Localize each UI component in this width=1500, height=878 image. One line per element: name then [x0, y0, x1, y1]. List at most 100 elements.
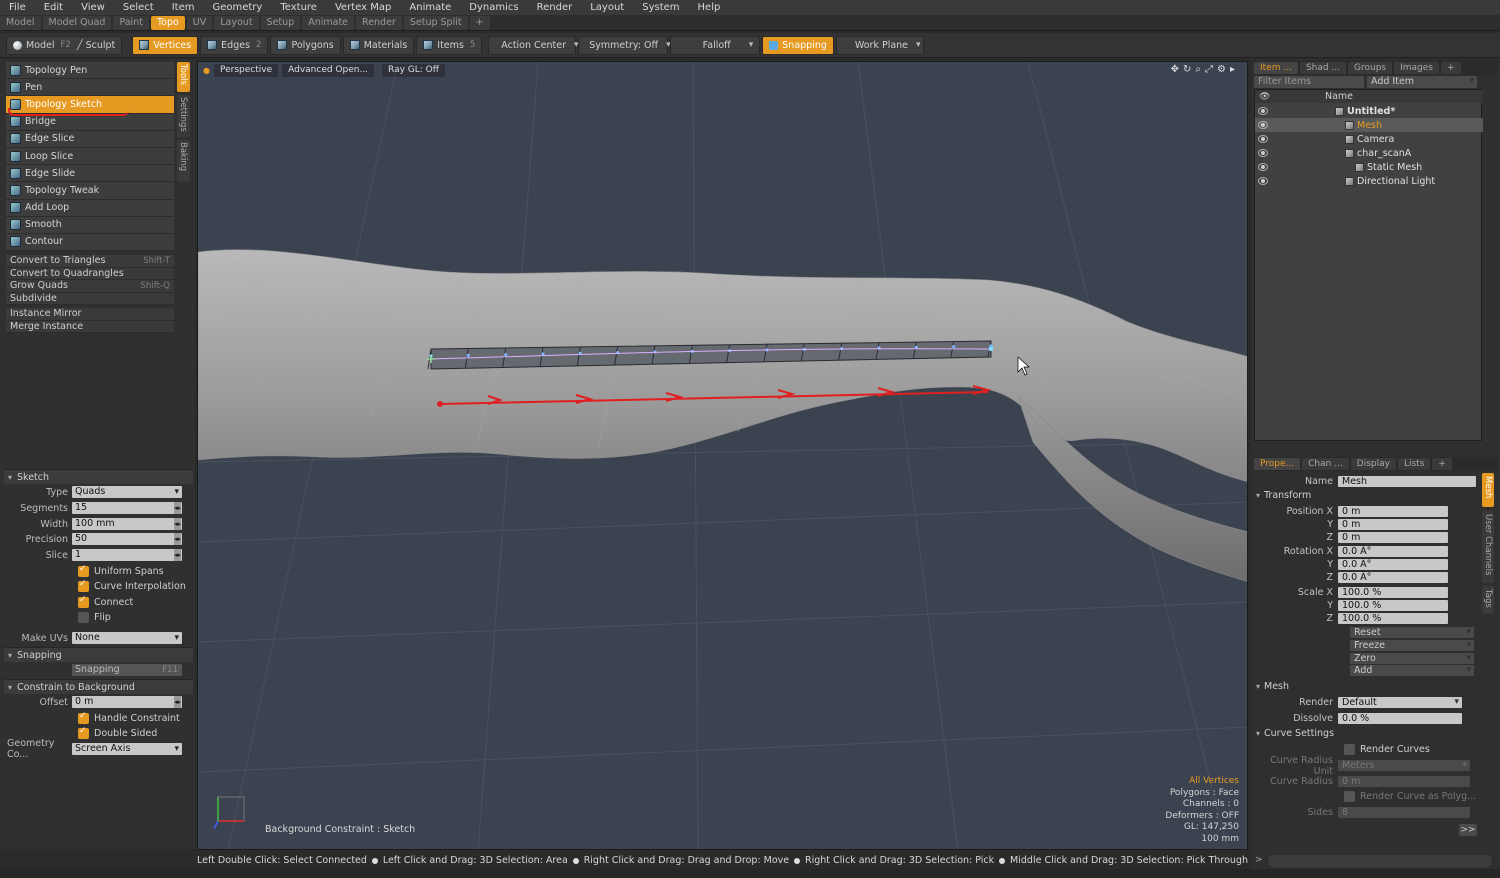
width-field[interactable]: 100 mm	[72, 518, 182, 530]
item-row-char-scana[interactable]: char_scanA	[1255, 146, 1483, 160]
layout-tab-setup[interactable]: Setup	[260, 15, 301, 30]
menu-item-edit[interactable]: Edit	[35, 2, 72, 13]
sketch-vertex[interactable]	[466, 353, 470, 357]
scale-z-field[interactable]: 100.0 %	[1338, 612, 1448, 625]
property-tab-2[interactable]: Display	[1350, 458, 1396, 470]
menu-item-animate[interactable]: Animate	[400, 2, 460, 13]
item-tab-2[interactable]: Groups	[1348, 62, 1393, 74]
snapping-settings-button[interactable]: Snapping F11	[72, 664, 182, 676]
command-instance-mirror[interactable]: Instance Mirror	[6, 308, 174, 321]
fit-view-icon[interactable]: ⤢	[1205, 64, 1213, 75]
geometry-constraint-select[interactable]: Screen Axis	[72, 743, 182, 755]
symmetry-dropdown[interactable]: Symmetry: Off	[578, 35, 669, 55]
edges-button[interactable]: Edges 2	[200, 35, 269, 55]
more-button[interactable]: >>	[1459, 824, 1477, 836]
snapping-section-header[interactable]: Snapping	[4, 647, 193, 662]
falloff-dropdown[interactable]: Falloff	[670, 35, 761, 55]
layout-tab-model[interactable]: Model	[0, 15, 41, 30]
command-subdivide[interactable]: Subdivide	[6, 292, 174, 306]
menu-item-layout[interactable]: Layout	[581, 2, 633, 13]
item-row-camera[interactable]: Camera	[1255, 132, 1483, 146]
layout-tab-layout[interactable]: Layout	[214, 15, 259, 30]
visibility-eye-icon[interactable]	[1258, 149, 1268, 157]
precision-field[interactable]: 50	[72, 533, 182, 545]
sketch-section-header[interactable]: Sketch	[4, 469, 193, 484]
curve-radius-field[interactable]: 0 m	[1338, 775, 1470, 788]
tool-topology-sketch[interactable]: Topology Sketch	[6, 96, 174, 116]
command-grow-quads[interactable]: Grow Quads Shift-Q	[6, 280, 174, 293]
command-input[interactable]	[1268, 855, 1492, 867]
slice-field[interactable]: 1	[72, 549, 182, 561]
layout-tab-model-quad[interactable]: Model Quad	[42, 15, 112, 30]
vtab-tools[interactable]: Tools	[177, 62, 190, 92]
shading-button[interactable]: Advanced Open...	[282, 63, 375, 77]
position-z-field[interactable]: 0 m	[1338, 531, 1448, 544]
vtab-baking[interactable]: Baking	[177, 140, 190, 182]
visibility-eye-icon[interactable]	[1258, 177, 1268, 185]
tool-edge-slide[interactable]: Edge Slide	[6, 165, 174, 183]
snapping-button[interactable]: Snapping	[762, 35, 834, 55]
curve-settings-header[interactable]: Curve Settings	[1256, 727, 1482, 740]
menu-item-help[interactable]: Help	[689, 2, 730, 13]
menu-item-view[interactable]: View	[72, 2, 114, 13]
rotation-x-field[interactable]: 0.0 Â°	[1338, 545, 1448, 558]
render-dropdown[interactable]: Default	[1338, 696, 1462, 709]
freeze-dropdown[interactable]: Freeze	[1350, 639, 1474, 652]
tool-pen[interactable]: Pen	[6, 79, 174, 97]
property-tab-0[interactable]: Prope...	[1254, 458, 1301, 470]
item-tab-0[interactable]: Item ...	[1254, 62, 1298, 74]
sketch-vertex[interactable]	[504, 353, 508, 357]
sketch-vertex[interactable]	[952, 345, 956, 349]
tool-topology-pen[interactable]: Topology Pen	[6, 62, 174, 80]
segments-field[interactable]: 15	[72, 502, 182, 514]
offset-field[interactable]: 0 m	[72, 696, 182, 708]
zero-dropdown[interactable]: Zero	[1350, 652, 1474, 665]
viewport-scene[interactable]	[198, 62, 1248, 850]
vertices-button[interactable]: Vertices	[132, 35, 199, 55]
flip-checkbox[interactable]	[78, 611, 89, 623]
item-row-static-mesh[interactable]: Static Mesh	[1255, 160, 1483, 174]
layout-tab-render[interactable]: Render	[356, 15, 402, 30]
visibility-eye-icon[interactable]	[1258, 163, 1268, 171]
work-plane-dropdown[interactable]: Work Plane	[835, 35, 924, 55]
sculpt-label[interactable]: Sculpt	[86, 40, 116, 51]
connect-checkbox[interactable]	[78, 595, 89, 608]
curve-radius-unit-dropdown[interactable]: Meters	[1338, 759, 1470, 772]
view-settings-icon[interactable]: ⚙	[1217, 64, 1226, 75]
tool-smooth[interactable]: Smooth	[6, 216, 174, 234]
constrain-section-header[interactable]: Constrain to Background	[4, 679, 193, 694]
tool-contour[interactable]: Contour	[6, 233, 174, 252]
visibility-eye-icon[interactable]	[1258, 121, 1268, 129]
mesh-section-header[interactable]: Mesh	[1256, 680, 1482, 693]
layout-tab-setup-split[interactable]: Setup Split	[403, 15, 468, 30]
menu-item-texture[interactable]: Texture	[271, 2, 326, 13]
item-tab-1[interactable]: Shad ...	[1299, 62, 1347, 74]
layout-tab-topo[interactable]: Topo	[150, 15, 185, 30]
prop-vtab-mesh[interactable]: Mesh	[1482, 473, 1494, 507]
viewport-menu-icon[interactable]: ●	[203, 66, 210, 75]
scale-y-field[interactable]: 100.0 %	[1338, 599, 1448, 612]
item-row-mesh[interactable]: Mesh	[1255, 118, 1483, 132]
raygl-button[interactable]: Ray GL: Off	[382, 63, 445, 77]
tool-topology-tweak[interactable]: Topology Tweak	[6, 182, 174, 200]
scanned-arm-mesh[interactable]	[198, 249, 1248, 582]
render-curves-checkbox[interactable]	[1344, 744, 1355, 755]
menu-item-render[interactable]: Render	[528, 2, 582, 13]
menu-item-system[interactable]: System	[633, 2, 688, 13]
filter-items-input[interactable]: Filter Items	[1254, 76, 1364, 88]
item-tab-3[interactable]: Images	[1394, 62, 1440, 74]
rotation-z-field[interactable]: 0.0 Â°	[1338, 571, 1448, 584]
visibility-eye-icon[interactable]	[1258, 107, 1268, 115]
menu-item-vertex-map[interactable]: Vertex Map	[326, 2, 400, 13]
add-dropdown[interactable]: Add	[1350, 664, 1474, 677]
reset-dropdown[interactable]: Reset	[1350, 626, 1474, 639]
move-view-icon[interactable]: ✥	[1171, 64, 1179, 75]
position-x-field[interactable]: 0 m	[1338, 505, 1448, 518]
command-convert-to-quadrangles[interactable]: Convert to Quadrangles	[6, 267, 174, 281]
layout-tab-paint[interactable]: Paint	[113, 15, 149, 30]
property-tab-1[interactable]: Chan ...	[1302, 458, 1349, 470]
make-uvs-select[interactable]: None	[72, 632, 182, 644]
layout-tab-uv[interactable]: UV	[186, 15, 213, 30]
type-select[interactable]: Quads	[72, 486, 182, 498]
item-row-directional-light[interactable]: Directional Light	[1255, 174, 1483, 188]
